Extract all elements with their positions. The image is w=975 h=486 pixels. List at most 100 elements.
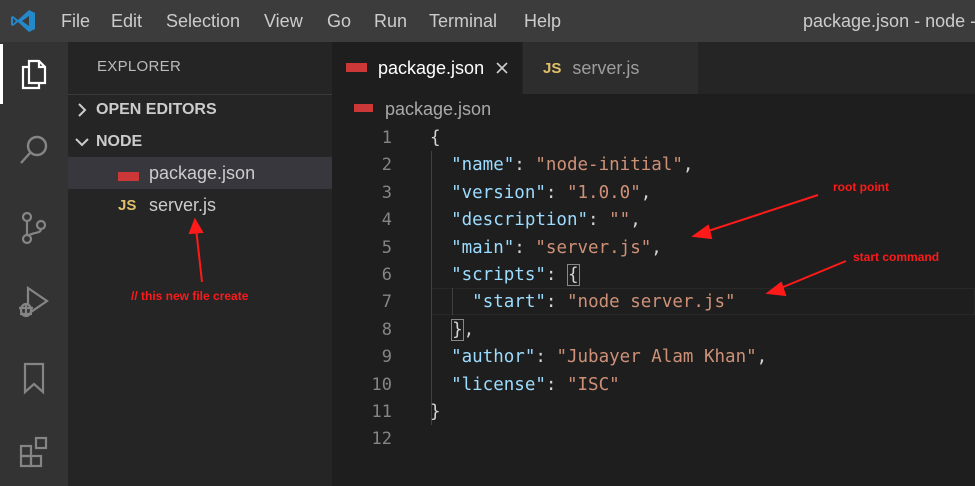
breadcrumb-label: package.json — [385, 98, 492, 119]
json-key: "license" — [451, 374, 546, 395]
menu-go[interactable]: Go — [327, 11, 351, 31]
explorer-title: EXPLORER — [97, 58, 182, 75]
code-line: }, — [430, 317, 474, 344]
code-line: "author": "Jubayer Alam Khan", — [430, 344, 767, 371]
code-punctuation: } — [451, 318, 464, 341]
node-folder-section[interactable]: NODE — [68, 127, 332, 157]
file-item-package-json[interactable]: package.json — [68, 157, 332, 189]
code-punctuation: : — [514, 155, 536, 176]
npm-icon — [118, 169, 142, 185]
code-punctuation: : — [588, 210, 610, 231]
annotation-start-command: start command — [853, 250, 940, 264]
menu-file[interactable]: File — [61, 11, 90, 31]
search-icon[interactable] — [0, 120, 68, 180]
code-punctuation — [430, 292, 472, 312]
tab-label: package.json — [378, 57, 485, 78]
code-punctuation — [430, 265, 451, 285]
code-punctuation: , — [630, 210, 641, 231]
code-punctuation — [430, 375, 451, 395]
code-line: "start": "node server.js" — [430, 289, 736, 316]
breadcrumb[interactable]: package.json — [354, 98, 491, 120]
json-string: "node server.js" — [567, 292, 736, 313]
json-string: "ISC" — [566, 374, 620, 395]
json-string: "node-initial" — [535, 155, 683, 176]
folder-label: NODE — [96, 133, 143, 150]
code-editor[interactable]: 1 2 3 4 5 6 7 8 9 10 11 12 { "name": "node-initial"… — [332, 124, 975, 486]
code-punctuation: , — [463, 319, 475, 340]
code-punctuation: { — [430, 128, 441, 148]
menu-run[interactable]: Run — [374, 11, 407, 31]
menu-terminal[interactable]: Terminal — [429, 11, 497, 31]
line-number: 9 — [381, 347, 392, 368]
code-punctuation: , — [756, 347, 768, 368]
menu-view[interactable]: View — [264, 11, 303, 31]
json-key: "start" — [472, 292, 546, 313]
code-line: "license": "ISC" — [430, 372, 620, 399]
bookmarks-icon[interactable] — [0, 348, 68, 408]
code-punctuation — [430, 155, 451, 175]
menu-edit[interactable]: Edit — [111, 11, 142, 31]
code-line: } — [430, 399, 441, 426]
npm-icon — [346, 62, 367, 72]
code-punctuation: , — [640, 182, 652, 203]
title-bar: File Edit Selection View Go Run Terminal… — [0, 0, 975, 42]
code-punctuation: : — [545, 182, 567, 203]
js-file-icon: JS — [543, 59, 562, 77]
tab-label: server.js — [572, 57, 640, 78]
window-title: package.json - node - V — [803, 11, 975, 31]
source-control-icon[interactable] — [0, 198, 68, 258]
line-number: 11 — [371, 402, 392, 422]
line-number: 1 — [381, 128, 392, 148]
json-string: "server.js" — [535, 237, 652, 258]
code-line: "description": "", — [430, 207, 641, 234]
code-punctuation — [430, 320, 451, 340]
js-file-icon: JS — [118, 196, 137, 214]
code-line: "scripts": { — [430, 262, 580, 289]
code-punctuation: : — [545, 292, 567, 313]
file-item-server-js[interactable]: JS server.js — [68, 189, 332, 221]
extensions-icon[interactable] — [0, 422, 68, 482]
code-punctuation — [430, 183, 451, 203]
menu-help[interactable]: Help — [524, 11, 561, 31]
chevron-down-icon — [68, 136, 96, 148]
line-number: 12 — [371, 429, 392, 450]
json-string: "" — [609, 210, 631, 231]
run-debug-icon[interactable] — [0, 272, 68, 332]
code-punctuation: : — [514, 237, 536, 258]
line-number: 7 — [381, 292, 392, 313]
code-punctuation — [430, 238, 451, 258]
tab-server-js[interactable]: JS server.js — [523, 42, 698, 94]
explorer-sidebar: EXPLORER OPEN EDITORS NODE package.json … — [68, 42, 332, 486]
line-number: 8 — [381, 319, 392, 340]
json-key: "version" — [451, 182, 546, 203]
code-punctuation: { — [566, 264, 580, 286]
menu-selection[interactable]: Selection — [166, 11, 240, 31]
activity-bar — [0, 42, 68, 486]
code-punctuation — [430, 210, 451, 230]
code-line: "version": "1.0.0", — [430, 180, 651, 207]
line-number: 2 — [381, 155, 392, 176]
open-editors-section[interactable]: OPEN EDITORS — [68, 94, 332, 124]
editor-tab-bar: package.json JS server.js — [332, 42, 975, 94]
line-number: 3 — [381, 182, 392, 203]
npm-icon — [354, 104, 373, 112]
line-number: 6 — [381, 265, 392, 285]
json-key: "author" — [451, 347, 536, 368]
json-string: "1.0.0" — [566, 182, 641, 203]
vscode-logo-icon — [11, 10, 35, 32]
line-number: 10 — [371, 374, 392, 395]
code-line: "name": "node-initial", — [430, 152, 693, 179]
tab-package-json[interactable]: package.json — [332, 42, 522, 94]
json-string: "Jubayer Alam Khan" — [556, 347, 757, 368]
code-punctuation — [430, 347, 451, 367]
line-number: 4 — [381, 210, 392, 231]
json-key: "scripts" — [451, 265, 546, 285]
code-punctuation: , — [651, 237, 662, 258]
file-name: package.json — [149, 162, 256, 183]
files-icon[interactable] — [0, 44, 68, 104]
close-icon[interactable] — [495, 61, 509, 75]
json-key: "main" — [451, 237, 515, 258]
json-key: "name" — [451, 155, 515, 176]
code-punctuation: } — [430, 402, 441, 422]
code-line: { — [430, 125, 441, 152]
